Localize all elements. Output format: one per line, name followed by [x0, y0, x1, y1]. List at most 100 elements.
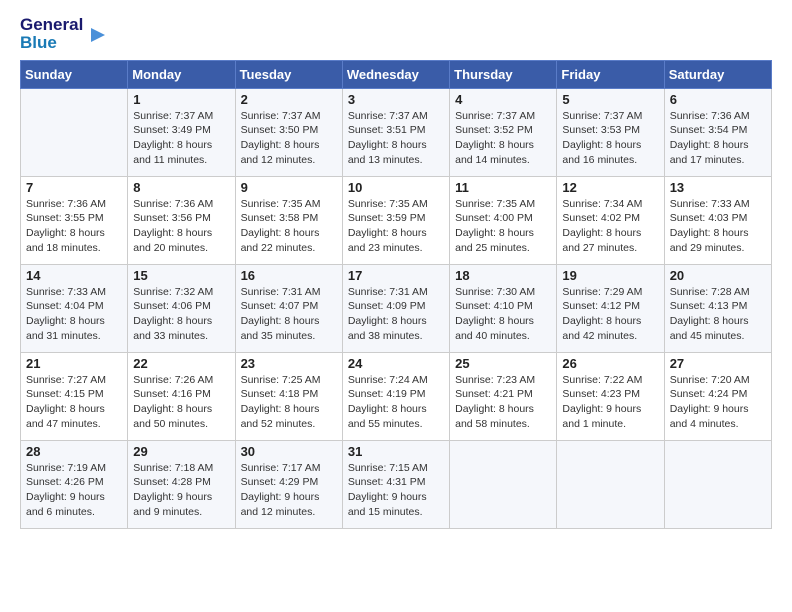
day-number: 20 [670, 268, 766, 283]
logo: General Blue [20, 16, 109, 52]
calendar-header: SundayMondayTuesdayWednesdayThursdayFrid… [21, 60, 772, 88]
day-info: Sunrise: 7:37 AMSunset: 3:52 PMDaylight:… [455, 109, 551, 168]
day-info: Sunrise: 7:23 AMSunset: 4:21 PMDaylight:… [455, 373, 551, 432]
day-number: 10 [348, 180, 444, 195]
calendar-cell: 2Sunrise: 7:37 AMSunset: 3:50 PMDaylight… [235, 88, 342, 176]
calendar-cell: 3Sunrise: 7:37 AMSunset: 3:51 PMDaylight… [342, 88, 449, 176]
day-info: Sunrise: 7:35 AMSunset: 4:00 PMDaylight:… [455, 197, 551, 256]
day-info: Sunrise: 7:25 AMSunset: 4:18 PMDaylight:… [241, 373, 337, 432]
day-info: Sunrise: 7:31 AMSunset: 4:09 PMDaylight:… [348, 285, 444, 344]
header-day-sunday: Sunday [21, 60, 128, 88]
calendar-cell: 6Sunrise: 7:36 AMSunset: 3:54 PMDaylight… [664, 88, 771, 176]
day-number: 26 [562, 356, 658, 371]
calendar-cell: 15Sunrise: 7:32 AMSunset: 4:06 PMDayligh… [128, 264, 235, 352]
day-number: 24 [348, 356, 444, 371]
day-info: Sunrise: 7:20 AMSunset: 4:24 PMDaylight:… [670, 373, 766, 432]
calendar-cell: 20 Sunrise: 7:28 AMSunset: 4:13 PMDayligh… [664, 264, 771, 352]
week-row-5: 28 Sunrise: 7:19 AMSunset: 4:26 PMDayligh… [21, 440, 772, 528]
day-info: Sunrise: 7:36 AMSunset: 3:56 PMDaylight:… [133, 197, 229, 256]
calendar-cell: 19 Sunrise: 7:29 AMSunset: 4:12 PMDayligh… [557, 264, 664, 352]
week-row-2: 7 Sunrise: 7:36 AMSunset: 3:55 PMDaylight… [21, 176, 772, 264]
calendar-cell: 12Sunrise: 7:34 AMSunset: 4:02 PMDayligh… [557, 176, 664, 264]
day-info: Sunrise: 7:19 AMSunset: 4:26 PMDaylight:… [26, 461, 122, 520]
calendar-cell: 5 Sunrise: 7:37 AMSunset: 3:53 PMDaylight… [557, 88, 664, 176]
day-number: 31 [348, 444, 444, 459]
day-info: Sunrise: 7:29 AMSunset: 4:12 PMDaylight:… [562, 285, 658, 344]
week-row-4: 21Sunrise: 7:27 AMSunset: 4:15 PMDayligh… [21, 352, 772, 440]
day-number: 1 [133, 92, 229, 107]
day-number: 22 [133, 356, 229, 371]
day-number: 16 [241, 268, 337, 283]
calendar-cell: 9 Sunrise: 7:35 AMSunset: 3:58 PMDaylight… [235, 176, 342, 264]
day-info: Sunrise: 7:15 AMSunset: 4:31 PMDaylight:… [348, 461, 444, 520]
calendar-cell: 13 Sunrise: 7:33 AMSunset: 4:03 PMDayligh… [664, 176, 771, 264]
day-number: 7 [26, 180, 122, 195]
calendar-cell: 7 Sunrise: 7:36 AMSunset: 3:55 PMDaylight… [21, 176, 128, 264]
calendar-cell: 26 Sunrise: 7:22 AMSunset: 4:23 PMDayligh… [557, 352, 664, 440]
day-info: Sunrise: 7:22 AMSunset: 4:23 PMDaylight:… [562, 373, 658, 432]
day-info: Sunrise: 7:32 AMSunset: 4:06 PMDaylight:… [133, 285, 229, 344]
logo-text-block: General Blue [20, 16, 83, 52]
day-info: Sunrise: 7:30 AMSunset: 4:10 PMDaylight:… [455, 285, 551, 344]
page-header: General Blue [20, 16, 772, 52]
day-info: Sunrise: 7:37 AMSunset: 3:49 PMDaylight:… [133, 109, 229, 168]
day-number: 19 [562, 268, 658, 283]
calendar-cell: 18 Sunrise: 7:30 AMSunset: 4:10 PMDayligh… [450, 264, 557, 352]
day-info: Sunrise: 7:37 AMSunset: 3:53 PMDaylight:… [562, 109, 658, 168]
calendar-cell: 17Sunrise: 7:31 AMSunset: 4:09 PMDayligh… [342, 264, 449, 352]
day-number: 14 [26, 268, 122, 283]
logo-blue: Blue [20, 34, 57, 52]
day-number: 11 [455, 180, 551, 195]
day-number: 25 [455, 356, 551, 371]
calendar-cell: 14 Sunrise: 7:33 AMSunset: 4:04 PMDayligh… [21, 264, 128, 352]
day-info: Sunrise: 7:17 AMSunset: 4:29 PMDaylight:… [241, 461, 337, 520]
header-row: SundayMondayTuesdayWednesdayThursdayFrid… [21, 60, 772, 88]
header-day-tuesday: Tuesday [235, 60, 342, 88]
day-number: 29 [133, 444, 229, 459]
day-number: 9 [241, 180, 337, 195]
calendar-cell: 16 Sunrise: 7:31 AMSunset: 4:07 PMDayligh… [235, 264, 342, 352]
calendar-cell: 27Sunrise: 7:20 AMSunset: 4:24 PMDayligh… [664, 352, 771, 440]
day-info: Sunrise: 7:33 AMSunset: 4:03 PMDaylight:… [670, 197, 766, 256]
calendar-cell [664, 440, 771, 528]
day-info: Sunrise: 7:36 AMSunset: 3:54 PMDaylight:… [670, 109, 766, 168]
calendar-cell: 28 Sunrise: 7:19 AMSunset: 4:26 PMDayligh… [21, 440, 128, 528]
logo-arrow-icon [87, 24, 109, 46]
day-number: 13 [670, 180, 766, 195]
day-info: Sunrise: 7:37 AMSunset: 3:50 PMDaylight:… [241, 109, 337, 168]
day-info: Sunrise: 7:24 AMSunset: 4:19 PMDaylight:… [348, 373, 444, 432]
day-info: Sunrise: 7:33 AMSunset: 4:04 PMDaylight:… [26, 285, 122, 344]
calendar-cell: 11 Sunrise: 7:35 AMSunset: 4:00 PMDayligh… [450, 176, 557, 264]
day-info: Sunrise: 7:35 AMSunset: 3:59 PMDaylight:… [348, 197, 444, 256]
calendar-cell [450, 440, 557, 528]
header-day-thursday: Thursday [450, 60, 557, 88]
day-number: 18 [455, 268, 551, 283]
calendar-cell: 25 Sunrise: 7:23 AMSunset: 4:21 PMDayligh… [450, 352, 557, 440]
day-number: 3 [348, 92, 444, 107]
calendar-cell: 10 Sunrise: 7:35 AMSunset: 3:59 PMDayligh… [342, 176, 449, 264]
calendar-cell: 4 Sunrise: 7:37 AMSunset: 3:52 PMDaylight… [450, 88, 557, 176]
day-info: Sunrise: 7:27 AMSunset: 4:15 PMDaylight:… [26, 373, 122, 432]
day-info: Sunrise: 7:26 AMSunset: 4:16 PMDaylight:… [133, 373, 229, 432]
day-number: 5 [562, 92, 658, 107]
day-number: 23 [241, 356, 337, 371]
calendar-cell: 30 Sunrise: 7:17 AMSunset: 4:29 PMDayligh… [235, 440, 342, 528]
day-info: Sunrise: 7:36 AMSunset: 3:55 PMDaylight:… [26, 197, 122, 256]
day-info: Sunrise: 7:18 AMSunset: 4:28 PMDaylight:… [133, 461, 229, 520]
calendar-cell [21, 88, 128, 176]
day-number: 4 [455, 92, 551, 107]
header-day-wednesday: Wednesday [342, 60, 449, 88]
calendar-cell: 8 Sunrise: 7:36 AMSunset: 3:56 PMDaylight… [128, 176, 235, 264]
day-number: 8 [133, 180, 229, 195]
calendar-cell: 31 Sunrise: 7:15 AMSunset: 4:31 PMDayligh… [342, 440, 449, 528]
day-info: Sunrise: 7:28 AMSunset: 4:13 PMDaylight:… [670, 285, 766, 344]
calendar-body: 1 Sunrise: 7:37 AMSunset: 3:49 PMDaylight… [21, 88, 772, 528]
day-info: Sunrise: 7:31 AMSunset: 4:07 PMDaylight:… [241, 285, 337, 344]
day-info: Sunrise: 7:34 AMSunset: 4:02 PMDaylight:… [562, 197, 658, 256]
day-info: Sunrise: 7:35 AMSunset: 3:58 PMDaylight:… [241, 197, 337, 256]
calendar-cell: 1 Sunrise: 7:37 AMSunset: 3:49 PMDaylight… [128, 88, 235, 176]
calendar-cell [557, 440, 664, 528]
day-number: 28 [26, 444, 122, 459]
calendar-cell: 21Sunrise: 7:27 AMSunset: 4:15 PMDayligh… [21, 352, 128, 440]
day-number: 30 [241, 444, 337, 459]
